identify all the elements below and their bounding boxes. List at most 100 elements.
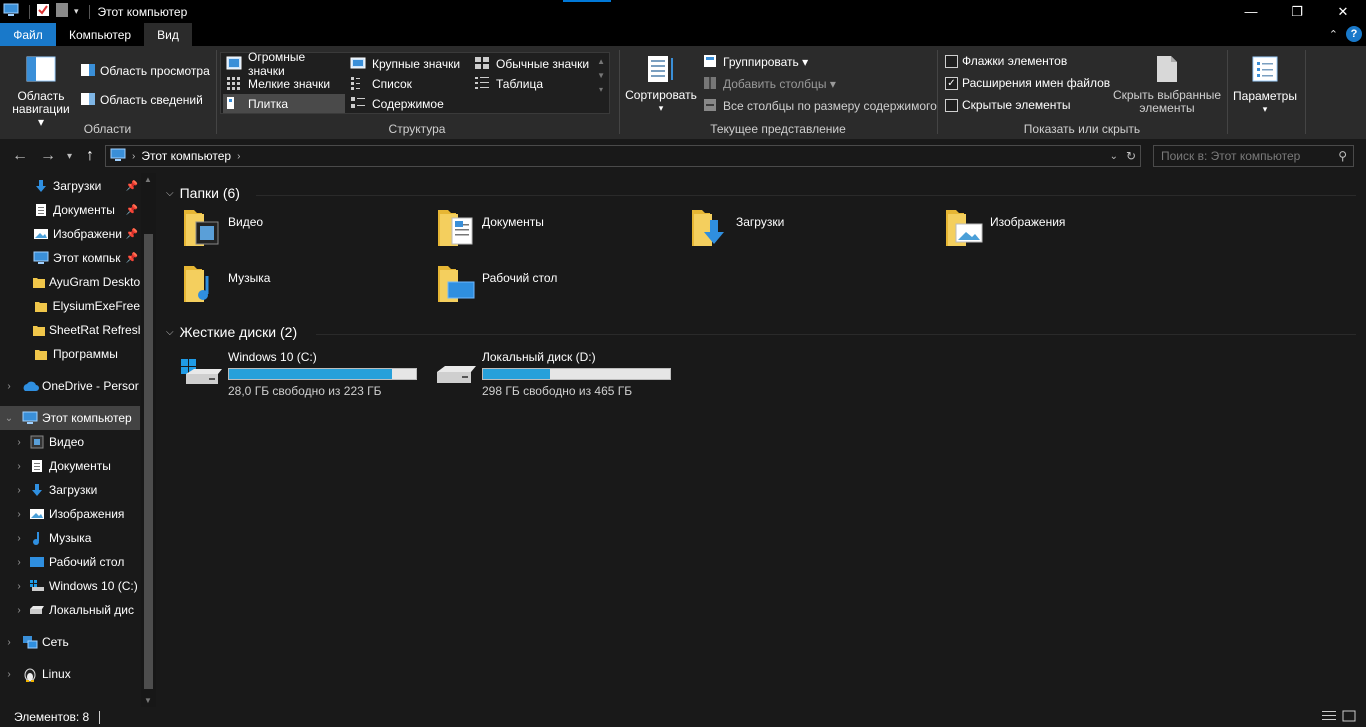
size-all-columns-button[interactable]: Все столбцы по размеру содержимого xyxy=(703,98,937,114)
this-pc-icon[interactable] xyxy=(3,3,19,20)
sidebar-this-pc-child[interactable]: › Рабочий стол xyxy=(0,550,140,574)
navigation-pane-button[interactable]: Область навигации ▾ xyxy=(8,56,74,129)
minimize-button[interactable]: — xyxy=(1228,0,1274,23)
help-icon[interactable]: ? xyxy=(1346,26,1362,42)
options-button[interactable]: Параметры ▾ xyxy=(1230,56,1300,116)
sidebar-quick-access-item[interactable]: Изображени 📌 xyxy=(0,222,140,246)
folder-tile[interactable]: Музыка xyxy=(180,262,420,312)
breadcrumb-chevron-icon[interactable]: › xyxy=(132,151,135,162)
collapse-chevron-icon[interactable]: ⌵ xyxy=(166,188,174,199)
folder-tile[interactable]: Документы xyxy=(434,206,674,256)
hide-selected-button[interactable]: Скрыть выбранные элементы xyxy=(1112,54,1222,115)
layout-group-label: Структура xyxy=(388,122,446,136)
sidebar-scrollbar[interactable]: ▲ ▼ xyxy=(141,173,156,707)
search-placeholder: Поиск в: Этот компьютер xyxy=(1161,149,1301,163)
folder-tile[interactable]: Загрузки xyxy=(688,206,928,256)
options-icon xyxy=(1252,56,1278,82)
tab-file[interactable]: Файл xyxy=(0,23,56,46)
drive-d[interactable]: Локальный диск (D:) 298 ГБ свободно из 4… xyxy=(434,350,684,398)
sidebar-item-this-pc[interactable]: ⌄ Этот компьютер xyxy=(0,406,140,430)
sidebar-item-linux[interactable]: › Linux xyxy=(0,662,140,686)
details-view-icon[interactable] xyxy=(1322,710,1336,725)
back-arrow-icon[interactable]: ← xyxy=(12,147,28,165)
maximize-button[interactable]: ❐ xyxy=(1274,0,1320,23)
chevron-down-icon[interactable]: ⌄ xyxy=(2,413,16,424)
search-icon[interactable]: ⚲ xyxy=(1338,149,1347,163)
chevron-right-icon[interactable]: › xyxy=(12,437,26,448)
chevron-right-icon[interactable]: › xyxy=(2,381,16,392)
file-extensions-checkbox[interactable]: ✓ xyxy=(945,76,958,90)
chevron-right-icon[interactable]: › xyxy=(12,605,26,616)
folder-tile[interactable]: Видео xyxy=(180,206,420,256)
scroll-up-icon[interactable]: ▲ xyxy=(144,175,152,184)
customize-toolbar-icon[interactable]: ▾ xyxy=(74,6,79,17)
sidebar-quick-access-item[interactable]: ElysiumExeFree xyxy=(0,294,140,318)
drives-group-header[interactable]: ⌵ Жесткие диски (2) xyxy=(166,324,297,340)
item-checkboxes-checkbox[interactable] xyxy=(945,54,958,68)
sidebar-this-pc-child[interactable]: › Загрузки xyxy=(0,478,140,502)
add-columns-button[interactable]: Добавить столбцы ▾ xyxy=(703,76,836,92)
pin-icon[interactable]: 📌 xyxy=(126,205,138,216)
pin-icon[interactable]: 📌 xyxy=(126,229,138,240)
new-folder-icon[interactable] xyxy=(56,3,68,20)
group-by-button[interactable]: Группировать ▾ xyxy=(703,54,808,70)
file-extensions-toggle[interactable]: ✓ Расширения имен файлов xyxy=(945,76,1110,90)
pin-icon[interactable]: 📌 xyxy=(126,253,138,264)
folders-group-header[interactable]: ⌵ Папки (6) xyxy=(166,185,240,201)
preview-pane-button[interactable]: Область просмотра xyxy=(80,63,210,79)
chevron-right-icon[interactable]: › xyxy=(12,533,26,544)
document-icon xyxy=(28,459,46,473)
breadcrumb-this-pc[interactable]: Этот компьютер xyxy=(141,149,231,163)
sidebar-quick-access-item[interactable]: Документы 📌 xyxy=(0,198,140,222)
collapse-chevron-icon[interactable]: ⌵ xyxy=(166,327,174,338)
collapse-ribbon-icon[interactable]: ⌃ xyxy=(1329,28,1338,41)
sidebar-this-pc-child[interactable]: › Изображения xyxy=(0,502,140,526)
refresh-icon[interactable]: ↻ xyxy=(1126,149,1136,163)
sidebar-this-pc-child[interactable]: › Документы xyxy=(0,454,140,478)
sidebar-quick-access-item[interactable]: Программы xyxy=(0,342,140,366)
sidebar-quick-access-item[interactable]: Загрузки 📌 xyxy=(0,174,140,198)
hidden-items-checkbox[interactable] xyxy=(945,98,958,112)
large-icons-view-icon[interactable] xyxy=(1342,710,1356,725)
sidebar-this-pc-child[interactable]: › Windows 10 (C:) xyxy=(0,574,140,598)
properties-icon[interactable] xyxy=(36,3,50,20)
sidebar-item-onedrive[interactable]: › OneDrive - Persor xyxy=(0,374,140,398)
hidden-items-toggle[interactable]: Скрытые элементы xyxy=(945,98,1071,112)
breadcrumb-chevron-icon[interactable]: › xyxy=(237,151,240,162)
chevron-right-icon[interactable]: › xyxy=(2,637,16,648)
sidebar-scroll-thumb[interactable] xyxy=(144,234,153,689)
sidebar-this-pc-child[interactable]: › Музыка xyxy=(0,526,140,550)
sidebar-this-pc-child[interactable]: › Локальный дис xyxy=(0,598,140,622)
up-arrow-icon[interactable]: ↑ xyxy=(86,147,94,165)
forward-arrow-icon[interactable]: → xyxy=(40,147,56,165)
recent-locations-chevron-icon[interactable]: ▾ xyxy=(67,151,72,162)
address-bar[interactable]: › Этот компьютер › ⌄ ↻ xyxy=(105,145,1141,167)
tab-view[interactable]: Вид xyxy=(144,23,192,46)
chevron-right-icon[interactable]: › xyxy=(12,509,26,520)
tab-computer[interactable]: Компьютер xyxy=(56,23,144,46)
chevron-right-icon[interactable]: › xyxy=(12,461,26,472)
details-pane-button[interactable]: Область сведений xyxy=(80,92,203,108)
chevron-right-icon[interactable]: › xyxy=(2,669,16,680)
sidebar-this-pc-child[interactable]: › Видео xyxy=(0,430,140,454)
chevron-right-icon[interactable]: › xyxy=(12,557,26,568)
folder-tile[interactable]: Изображения xyxy=(942,206,1182,256)
chevron-right-icon[interactable]: › xyxy=(12,581,26,592)
item-checkboxes-toggle[interactable]: Флажки элементов xyxy=(945,54,1067,68)
folder-name: Загрузки xyxy=(736,215,785,229)
sidebar-quick-access-item[interactable]: SheetRat Refresh xyxy=(0,318,140,342)
folder-tile[interactable]: Рабочий стол xyxy=(434,262,674,312)
sidebar-item-network[interactable]: › Сеть xyxy=(0,630,140,654)
sidebar-quick-access-item[interactable]: AyuGram Deskto xyxy=(0,270,140,294)
drive-c[interactable]: Windows 10 (C:) 28,0 ГБ свободно из 223 … xyxy=(180,350,430,398)
sidebar-item-label: Документы xyxy=(53,203,115,217)
sort-by-button[interactable]: Сортировать ▾ xyxy=(625,54,697,115)
scroll-down-icon[interactable]: ▼ xyxy=(144,696,152,705)
chevron-right-icon[interactable]: › xyxy=(12,485,26,496)
search-input[interactable]: Поиск в: Этот компьютер ⚲ xyxy=(1153,145,1354,167)
close-button[interactable]: ✕ xyxy=(1320,0,1366,23)
sidebar-quick-access-item[interactable]: Этот компьк 📌 xyxy=(0,246,140,270)
address-dropdown-icon[interactable]: ⌄ xyxy=(1110,151,1118,162)
folder-name: Видео xyxy=(228,215,264,229)
pin-icon[interactable]: 📌 xyxy=(126,181,138,192)
